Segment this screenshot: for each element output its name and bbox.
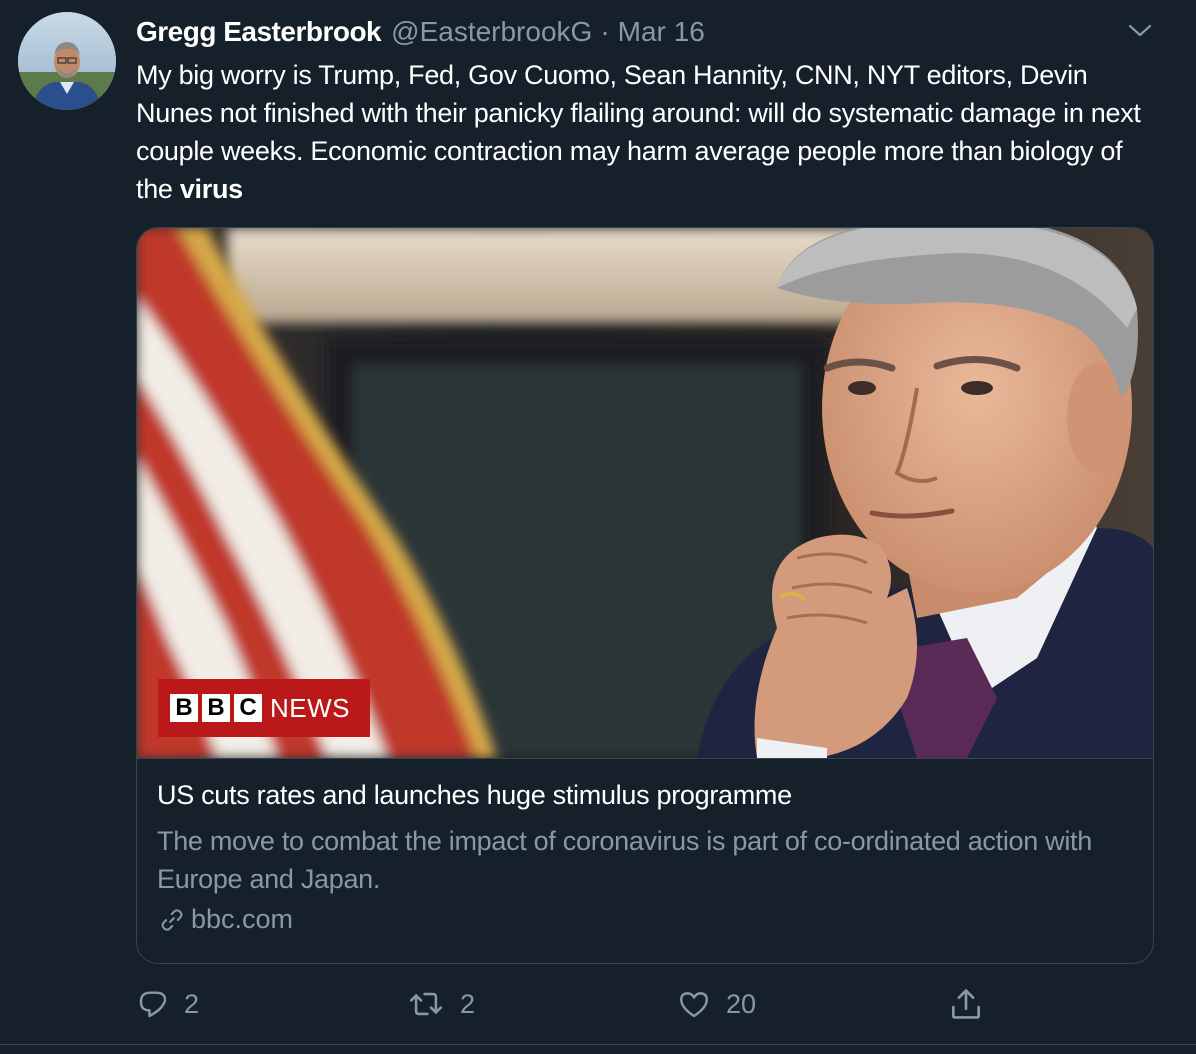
link-icon (161, 908, 183, 931)
share-icon (951, 989, 981, 1019)
bbc-logo-letter: B (202, 694, 230, 722)
separator-dot: · (600, 16, 610, 47)
tweet-divider (0, 1044, 1196, 1045)
bbc-logo-letter: C (234, 694, 262, 722)
card-domain-text: bbc.com (191, 904, 294, 934)
tweet[interactable]: Gregg Easterbrook @EasterbrookG · Mar 16… (0, 0, 1196, 1054)
like-button[interactable]: 20 (676, 984, 756, 1024)
retweet-button[interactable]: 2 (406, 984, 475, 1024)
card-domain[interactable]: bbc.com (157, 904, 293, 935)
tweet-header: Gregg Easterbrook @EasterbrookG · Mar 16 (136, 14, 705, 50)
action-bar: 2 2 20 (0, 984, 1196, 1024)
tweet-date[interactable]: Mar 16 (618, 16, 705, 48)
retweet-count: 2 (460, 988, 476, 1019)
card-description: The move to combat the impact of coronav… (157, 826, 1092, 894)
card-title[interactable]: US cuts rates and launches huge stimulus… (157, 780, 792, 811)
bbc-logo-letter: B (170, 694, 198, 722)
retweet-icon (409, 992, 443, 1016)
chevron-down-icon[interactable] (1126, 18, 1154, 42)
share-button[interactable] (946, 984, 1000, 1024)
heart-icon (680, 992, 708, 1018)
link-card[interactable]: B B C NEWS US cuts rates and launches hu… (136, 227, 1154, 964)
bbc-logo-news: NEWS (270, 692, 350, 723)
bbc-news-logo: B B C NEWS (158, 679, 370, 737)
card-image[interactable]: B B C NEWS (137, 228, 1153, 758)
tweet-text: My big worry is Trump, Fed, Gov Cuomo, S… (136, 56, 1166, 208)
reply-button[interactable]: 2 (136, 984, 199, 1024)
card-divider (137, 758, 1153, 759)
avatar[interactable] (18, 12, 116, 110)
tweet-text-main: My big worry is Trump, Fed, Gov Cuomo, S… (136, 60, 1141, 204)
like-count: 20 (726, 988, 757, 1019)
reply-count: 2 (184, 988, 200, 1019)
tweet-text-bold: virus (179, 174, 243, 204)
reply-icon (139, 991, 167, 1018)
author-name[interactable]: Gregg Easterbrook (136, 16, 382, 48)
author-handle[interactable]: @EasterbrookG (391, 16, 592, 48)
